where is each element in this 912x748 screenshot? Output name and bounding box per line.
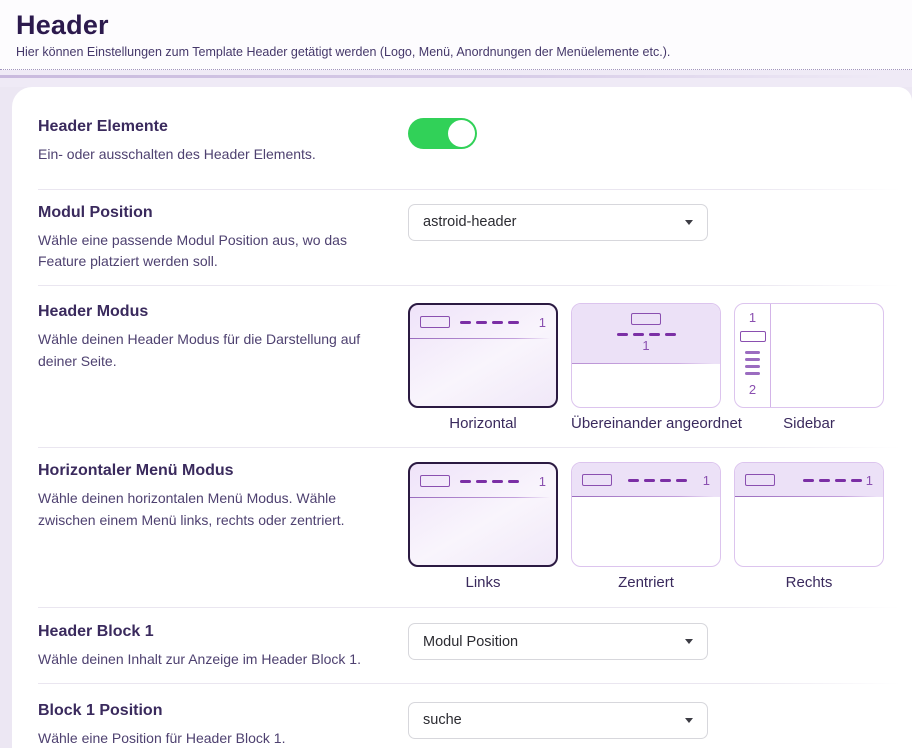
- setting-description: Ein- oder ausschalten des Header Element…: [38, 144, 388, 166]
- select-value: astroid-header: [423, 214, 685, 230]
- row-modul-position: Modul Position Wähle eine passende Modul…: [12, 190, 912, 285]
- option-label: Übereinander angeordnet: [571, 415, 721, 432]
- row-header-modus: Header Modus Wähle deinen Header Modus f…: [12, 286, 912, 447]
- row-header-block-1: Header Block 1 Wähle deinen Inhalt zur A…: [12, 608, 912, 683]
- menu-right-layout-icon: 1: [734, 462, 884, 567]
- module-position-select[interactable]: astroid-header: [408, 204, 708, 241]
- setting-label: Modul Position: [38, 204, 388, 222]
- sidebar-layout-icon: 1 2: [734, 303, 884, 408]
- page-subtitle: Hier können Einstellungen zum Template H…: [16, 45, 896, 59]
- header-elements-toggle[interactable]: [408, 118, 477, 149]
- block-number: 1: [866, 474, 873, 487]
- menu-center-layout-icon: 1: [571, 462, 721, 567]
- option-header-mode-horizontal[interactable]: 1 Horizontal: [408, 303, 558, 432]
- horizontal-layout-icon: 1: [408, 303, 558, 408]
- option-label: Links: [408, 574, 558, 591]
- menu-left-layout-icon: 1: [408, 462, 558, 567]
- logo-placeholder-icon: [420, 316, 450, 328]
- option-header-mode-sidebar[interactable]: 1 2 Sidebar: [734, 303, 884, 432]
- option-menu-mode-rechts[interactable]: 1 Rechts: [734, 462, 884, 591]
- row-header-elemente: Header Elemente Ein- oder ausschalten de…: [12, 87, 912, 189]
- settings-card: Header Elemente Ein- oder ausschalten de…: [12, 87, 912, 748]
- option-label: Zentriert: [571, 574, 721, 591]
- setting-description: Wähle deinen Header Modus für die Darste…: [38, 329, 388, 372]
- chevron-down-icon: [685, 220, 693, 225]
- logo-placeholder-icon: [420, 475, 450, 487]
- menu-dashes-icon: [628, 479, 687, 482]
- block-number: 1: [642, 339, 649, 352]
- logo-placeholder-icon: [745, 474, 775, 486]
- page-header: Header Hier können Einstellungen zum Tem…: [0, 0, 912, 70]
- header-divider-band: [0, 70, 912, 87]
- setting-description: Wähle eine passende Modul Position aus, …: [38, 230, 388, 273]
- chevron-down-icon: [685, 718, 693, 723]
- row-block-1-position: Block 1 Position Wähle eine Position für…: [12, 684, 912, 748]
- setting-description: Wähle eine Position für Header Block 1.: [38, 728, 388, 748]
- logo-placeholder-icon: [582, 474, 612, 486]
- block-number: 1: [539, 316, 546, 329]
- setting-description: Wähle deinen horizontalen Menü Modus. Wä…: [38, 488, 388, 531]
- option-label: Horizontal: [408, 415, 558, 432]
- menu-dashes-icon: [460, 480, 519, 483]
- menu-dashes-icon: [745, 351, 760, 375]
- menu-dashes-icon: [460, 321, 519, 324]
- row-horizontaler-menue-modus: Horizontaler Menü Modus Wähle deinen hor…: [12, 448, 912, 607]
- toggle-knob: [448, 120, 475, 147]
- setting-label: Header Modus: [38, 303, 388, 321]
- option-menu-mode-links[interactable]: 1 Links: [408, 462, 558, 591]
- setting-label: Block 1 Position: [38, 702, 388, 720]
- block-number: 1: [749, 311, 756, 324]
- page-title: Header: [16, 10, 896, 41]
- block-number: 1: [539, 475, 546, 488]
- option-label: Rechts: [734, 574, 884, 591]
- block-number: 1: [703, 474, 710, 487]
- logo-placeholder-icon: [740, 331, 766, 342]
- setting-label: Horizontaler Menü Modus: [38, 462, 388, 480]
- select-value: suche: [423, 712, 685, 728]
- chevron-down-icon: [685, 639, 693, 644]
- setting-label: Header Elemente: [38, 118, 388, 136]
- block-1-position-select[interactable]: suche: [408, 702, 708, 739]
- option-header-mode-stacked[interactable]: 1 Übereinander angeordnet: [571, 303, 721, 432]
- menu-dashes-icon: [803, 479, 862, 482]
- menu-dashes-icon: [617, 333, 676, 336]
- header-block-1-select[interactable]: Modul Position: [408, 623, 708, 660]
- option-menu-mode-zentriert[interactable]: 1 Zentriert: [571, 462, 721, 591]
- stacked-layout-icon: 1: [571, 303, 721, 408]
- select-value: Modul Position: [423, 634, 685, 650]
- logo-placeholder-icon: [631, 313, 661, 325]
- option-label: Sidebar: [734, 415, 884, 432]
- setting-description: Wähle deinen Inhalt zur Anzeige im Heade…: [38, 649, 388, 671]
- setting-label: Header Block 1: [38, 623, 388, 641]
- block-number: 2: [749, 383, 756, 396]
